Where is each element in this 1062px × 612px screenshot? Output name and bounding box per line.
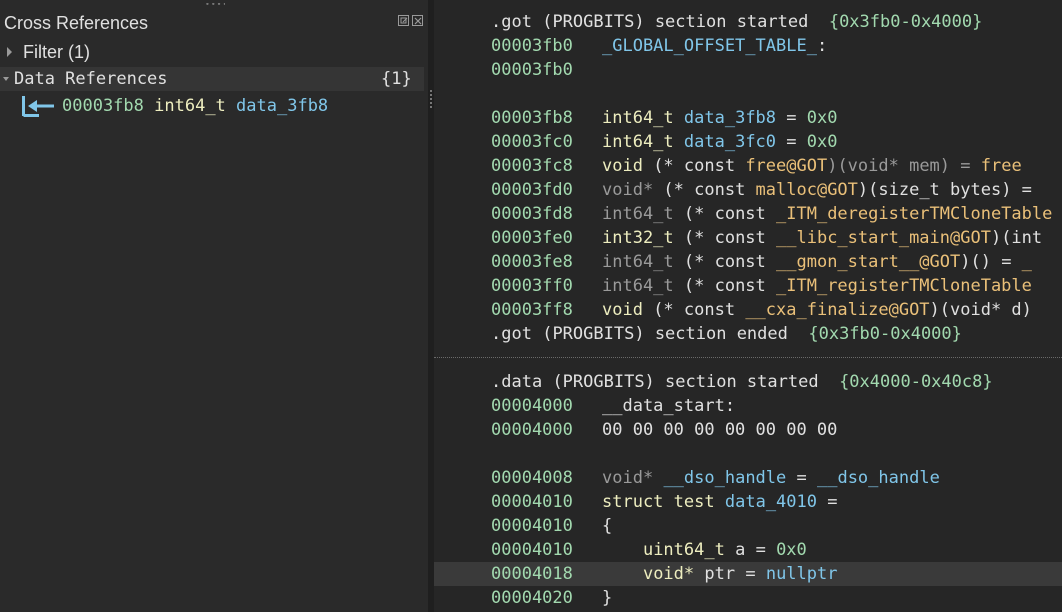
address: 00004018 [491,564,573,584]
splitter-grip[interactable] [430,90,432,108]
data-references-label: Data References [14,69,168,89]
address: 00003fd8 [491,204,573,224]
address: 00003ff8 [491,300,573,320]
pane-title: Cross References [4,13,149,33]
data-bytes-line[interactable]: 00004000 00 00 00 00 00 00 00 00 [434,418,1062,442]
address: 00004010 [491,540,573,560]
hex-bytes: 00 00 00 00 00 00 00 00 [602,420,838,440]
got-entry-line[interactable]: 00003fd0 void* (* const malloc@GOT)(size… [434,178,1062,202]
struct-decl-line[interactable]: 00004010 struct test data_4010 = [434,490,1062,514]
filter-row[interactable]: Filter (1) [0,40,428,64]
close-pane-button[interactable] [412,15,423,26]
section-start-line[interactable]: .data (PROGBITS) section started {0x4000… [434,370,1062,394]
address: 00004010 [491,516,573,536]
got-entry-line[interactable]: 00003fc0 int64_t data_3fc0 = 0x0 [434,130,1062,154]
struct-field-line-selected[interactable]: 00004018 void* ptr = nullptr [434,562,1062,586]
reference-type: int64_t [154,96,226,116]
got-entry-line[interactable]: 00003ff8 void (* const __cxa_finalize@GO… [434,298,1062,322]
filter-label: Filter (1) [23,42,90,62]
cross-references-pane: •••••• Cross References Filter (1) Data … [0,0,428,612]
pane-drag-handle[interactable]: •••••• [205,3,225,7]
label-line[interactable]: 00004000 __data_start: [434,394,1062,418]
address: 00003fc0 [491,132,573,152]
label-line[interactable]: 00003fb0 _GLOBAL_OFFSET_TABLE_: [434,34,1062,58]
reference-item[interactable]: 00003fb8 int64_t data_3fb8 [0,94,424,118]
address: 00003fb8 [491,108,573,128]
address: 00004008 [491,468,573,488]
reference-address: 00003fb8 [62,96,144,116]
address: 00004000 [491,420,573,440]
struct-field-line[interactable]: 00004010 uint64_t a = 0x0 [434,538,1062,562]
got-entry-line[interactable]: 00003ff0 int64_t (* const _ITM_registerT… [434,274,1062,298]
struct-open-line[interactable]: 00004010 { [434,514,1062,538]
got-entry-line[interactable]: 00003fd8 int64_t (* const _ITM_deregiste… [434,202,1062,226]
got-entry-line[interactable]: 00003fb8 int64_t data_3fb8 = 0x0 [434,106,1062,130]
binary-ninja-window: •••••• Cross References Filter (1) Data … [0,0,1062,612]
linear-view[interactable]: .got (PROGBITS) section started {0x3fb0-… [434,0,1062,612]
collapse-arrow-icon[interactable] [3,77,9,81]
address: 00003fe8 [491,252,573,272]
address: 00004000 [491,396,573,416]
address: 00003ff0 [491,276,573,296]
address: 00003fe0 [491,228,573,248]
data-references-header[interactable]: Data References {1} [0,67,424,91]
address-line[interactable]: 00003fb0 [434,58,1062,82]
struct-close-line[interactable]: 00004020 } [434,586,1062,610]
got-entry-line[interactable]: 00003fe0 int32_t (* const __libc_start_m… [434,226,1062,250]
got-entry-line[interactable]: 00003fc8 void (* const free@GOT)(void* m… [434,154,1062,178]
detach-icon [400,17,408,24]
section-divider [434,357,1062,358]
address: 00004010 [491,492,573,512]
address: 00003fc8 [491,156,573,176]
address: 00004020 [491,588,573,608]
data-reference-arrow-icon [22,96,54,117]
reference-name: data_3fb8 [236,96,329,116]
address: 00003fb0 [491,36,573,56]
section-end-line[interactable]: .got (PROGBITS) section ended {0x3fb0-0x… [434,322,1062,346]
reference-text: 00003fb8 int64_t data_3fb8 [62,94,328,118]
got-entry-line[interactable]: 00003fe8 int64_t (* const __gmon_start__… [434,250,1062,274]
close-icon [414,17,422,25]
address: 00003fd0 [491,180,573,200]
section-start-line[interactable]: .got (PROGBITS) section started {0x3fb0-… [434,10,1062,34]
expand-arrow-icon[interactable] [7,47,12,57]
data-references-count: {1} [381,69,412,89]
data-var-line[interactable]: 00004008 void* __dso_handle = __dso_hand… [434,466,1062,490]
address: 00003fb0 [491,60,573,80]
detach-pane-button[interactable] [398,15,409,26]
